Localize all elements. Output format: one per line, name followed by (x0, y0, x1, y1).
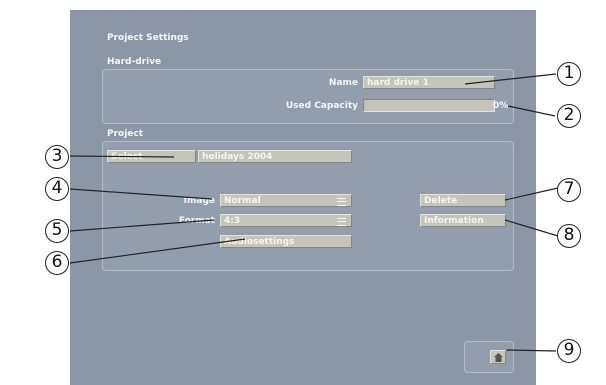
window-title: Project Settings (107, 33, 189, 43)
select-project-button[interactable]: Select (107, 150, 196, 163)
callout-1: 1 (557, 62, 581, 86)
callout-7: 7 (557, 178, 581, 202)
project-name-field[interactable]: holidays 2004 (198, 150, 352, 163)
image-label: Image (183, 196, 215, 206)
format-label: Format (178, 216, 215, 226)
name-label: Name (328, 78, 358, 88)
callout-2: 2 (557, 104, 581, 128)
callout-5: 5 (45, 219, 69, 243)
callout-3: 3 (45, 145, 69, 169)
list-icon (337, 218, 346, 226)
hard-drive-group: Name hard drive 1 Used Capacity 0% (102, 69, 514, 124)
drive-name-field[interactable]: hard drive 1 (363, 76, 495, 89)
home-button[interactable] (490, 350, 506, 364)
used-capacity-bar (363, 99, 495, 112)
hard-drive-section-title: Hard-drive (107, 57, 162, 67)
format-select-value: 4:3 (224, 216, 241, 226)
information-button[interactable]: Information (420, 214, 506, 227)
delete-button[interactable]: Delete (420, 194, 506, 207)
project-section-title: Project (107, 129, 144, 139)
format-select[interactable]: 4:3 (220, 214, 352, 227)
audiosettings-button[interactable]: Audiosettings (220, 235, 352, 248)
home-group (464, 341, 514, 373)
image-select[interactable]: Normal (220, 194, 352, 207)
callout-8: 8 (557, 224, 581, 248)
callout-6: 6 (45, 251, 69, 275)
callout-9: 9 (557, 339, 581, 363)
image-select-value: Normal (224, 196, 261, 206)
used-capacity-label: Used Capacity (285, 101, 358, 111)
callout-4: 4 (45, 177, 69, 201)
home-icon (494, 353, 503, 362)
project-group: Select holidays 2004 Image Normal Format… (102, 141, 514, 271)
settings-panel: Project Settings Hard-drive Name hard dr… (70, 10, 536, 385)
used-capacity-percent: 0% (493, 101, 509, 111)
list-icon (337, 198, 346, 206)
